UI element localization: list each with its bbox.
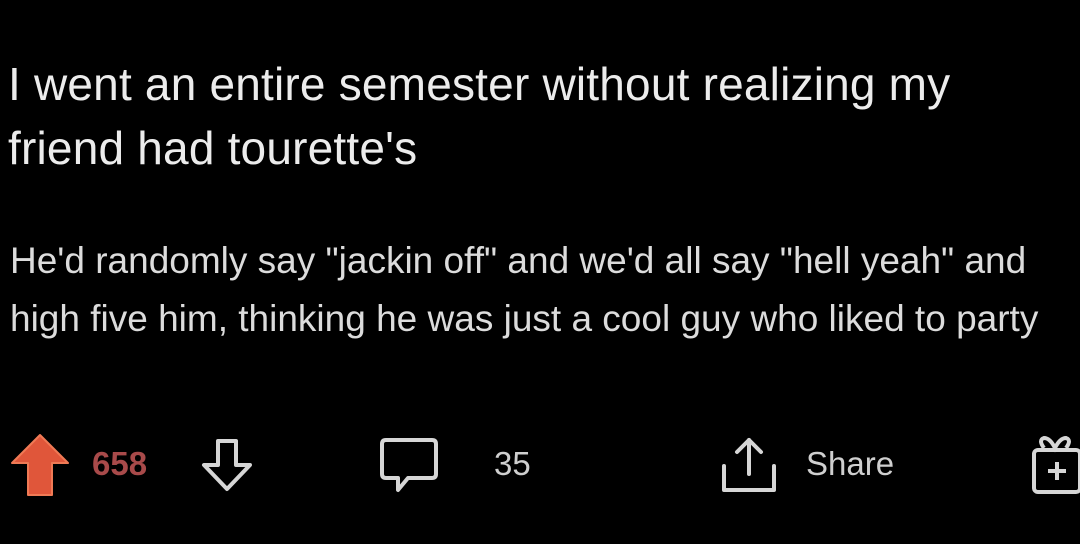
award-button[interactable] [1030,430,1080,500]
post-body: He'd randomly say "jackin off" and we'd … [10,240,1039,339]
arrow-down-outline-icon [200,437,254,493]
post-title[interactable]: I went an entire semester without realiz… [8,52,1068,180]
vote-score: 658 [92,445,148,482]
gift-box-icon [1030,434,1080,496]
comment-count: 35 [494,445,531,482]
speech-bubble-icon [378,434,440,496]
downvote-button[interactable] [200,430,254,500]
post-card: I went an entire semester without realiz… [0,0,1080,544]
share-button[interactable] [716,430,782,500]
arrow-up-filled-icon [10,433,70,497]
post-action-bar: 658 35 Share [0,430,1080,500]
share-arrow-icon [716,432,782,498]
comments-button[interactable] [378,430,440,500]
upvote-button[interactable] [10,430,70,500]
share-label[interactable]: Share [806,444,894,484]
